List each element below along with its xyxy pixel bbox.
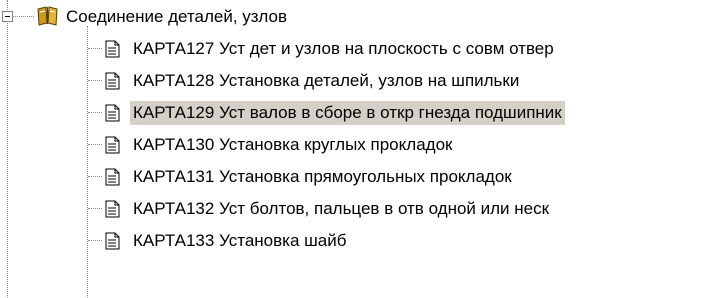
tree-guide-line: [88, 80, 102, 81]
tree-node-label[interactable]: КАРТА133 Установка шайб: [130, 229, 349, 253]
document-icon: [105, 136, 120, 154]
tree-guide-line: [88, 176, 102, 177]
tree-node-child-selected[interactable]: КАРТА129 Уст валов в сборе в откр гнезда…: [0, 97, 708, 129]
tree-node-parent-label[interactable]: Соединение деталей, узлов: [66, 6, 287, 28]
tree-node-label[interactable]: КАРТА130 Установка круглых прокладок: [130, 133, 455, 157]
tree-node-child[interactable]: КАРТА127 Уст дет и узлов на плоскость с …: [0, 33, 708, 65]
document-icon: [105, 40, 120, 58]
tree-node-label[interactable]: КАРТА127 Уст дет и узлов на плоскость с …: [130, 37, 557, 61]
tree-node-child[interactable]: КАРТА130 Установка круглых прокладок: [0, 129, 708, 161]
book-icon: [37, 6, 58, 26]
tree-guide-line: [88, 112, 102, 113]
collapse-toggle-icon[interactable]: [2, 11, 13, 22]
tree-node-child[interactable]: КАРТА133 Установка шайб: [0, 225, 708, 257]
document-icon: [105, 72, 120, 90]
tree-guide-line: [88, 48, 102, 49]
tree-node-label-selected[interactable]: КАРТА129 Уст валов в сборе в откр гнезда…: [130, 101, 565, 125]
tree-guide-line: [88, 240, 102, 241]
document-icon: [105, 200, 120, 218]
tree-view: Соединение деталей, узлов КАРТА127 Уст д…: [0, 0, 708, 298]
tree-guide-line: [88, 208, 102, 209]
tree-node-child[interactable]: КАРТА132 Уст болтов, пальцев в отв одной…: [0, 193, 708, 225]
document-icon: [105, 104, 120, 122]
tree-node-child[interactable]: КАРТА131 Установка прямоугольных проклад…: [0, 161, 708, 193]
tree-node-child[interactable]: КАРТА128 Установка деталей, узлов на шпи…: [0, 65, 708, 97]
tree-guide-line: [88, 144, 102, 145]
document-icon: [105, 168, 120, 186]
document-icon: [105, 232, 120, 250]
tree-node-label[interactable]: КАРТА132 Уст болтов, пальцев в отв одной…: [130, 197, 552, 221]
tree-node-parent[interactable]: Соединение деталей, узлов: [0, 0, 708, 33]
tree-node-label[interactable]: КАРТА131 Установка прямоугольных проклад…: [130, 165, 515, 189]
tree-node-label[interactable]: КАРТА128 Установка деталей, узлов на шпи…: [130, 69, 522, 93]
